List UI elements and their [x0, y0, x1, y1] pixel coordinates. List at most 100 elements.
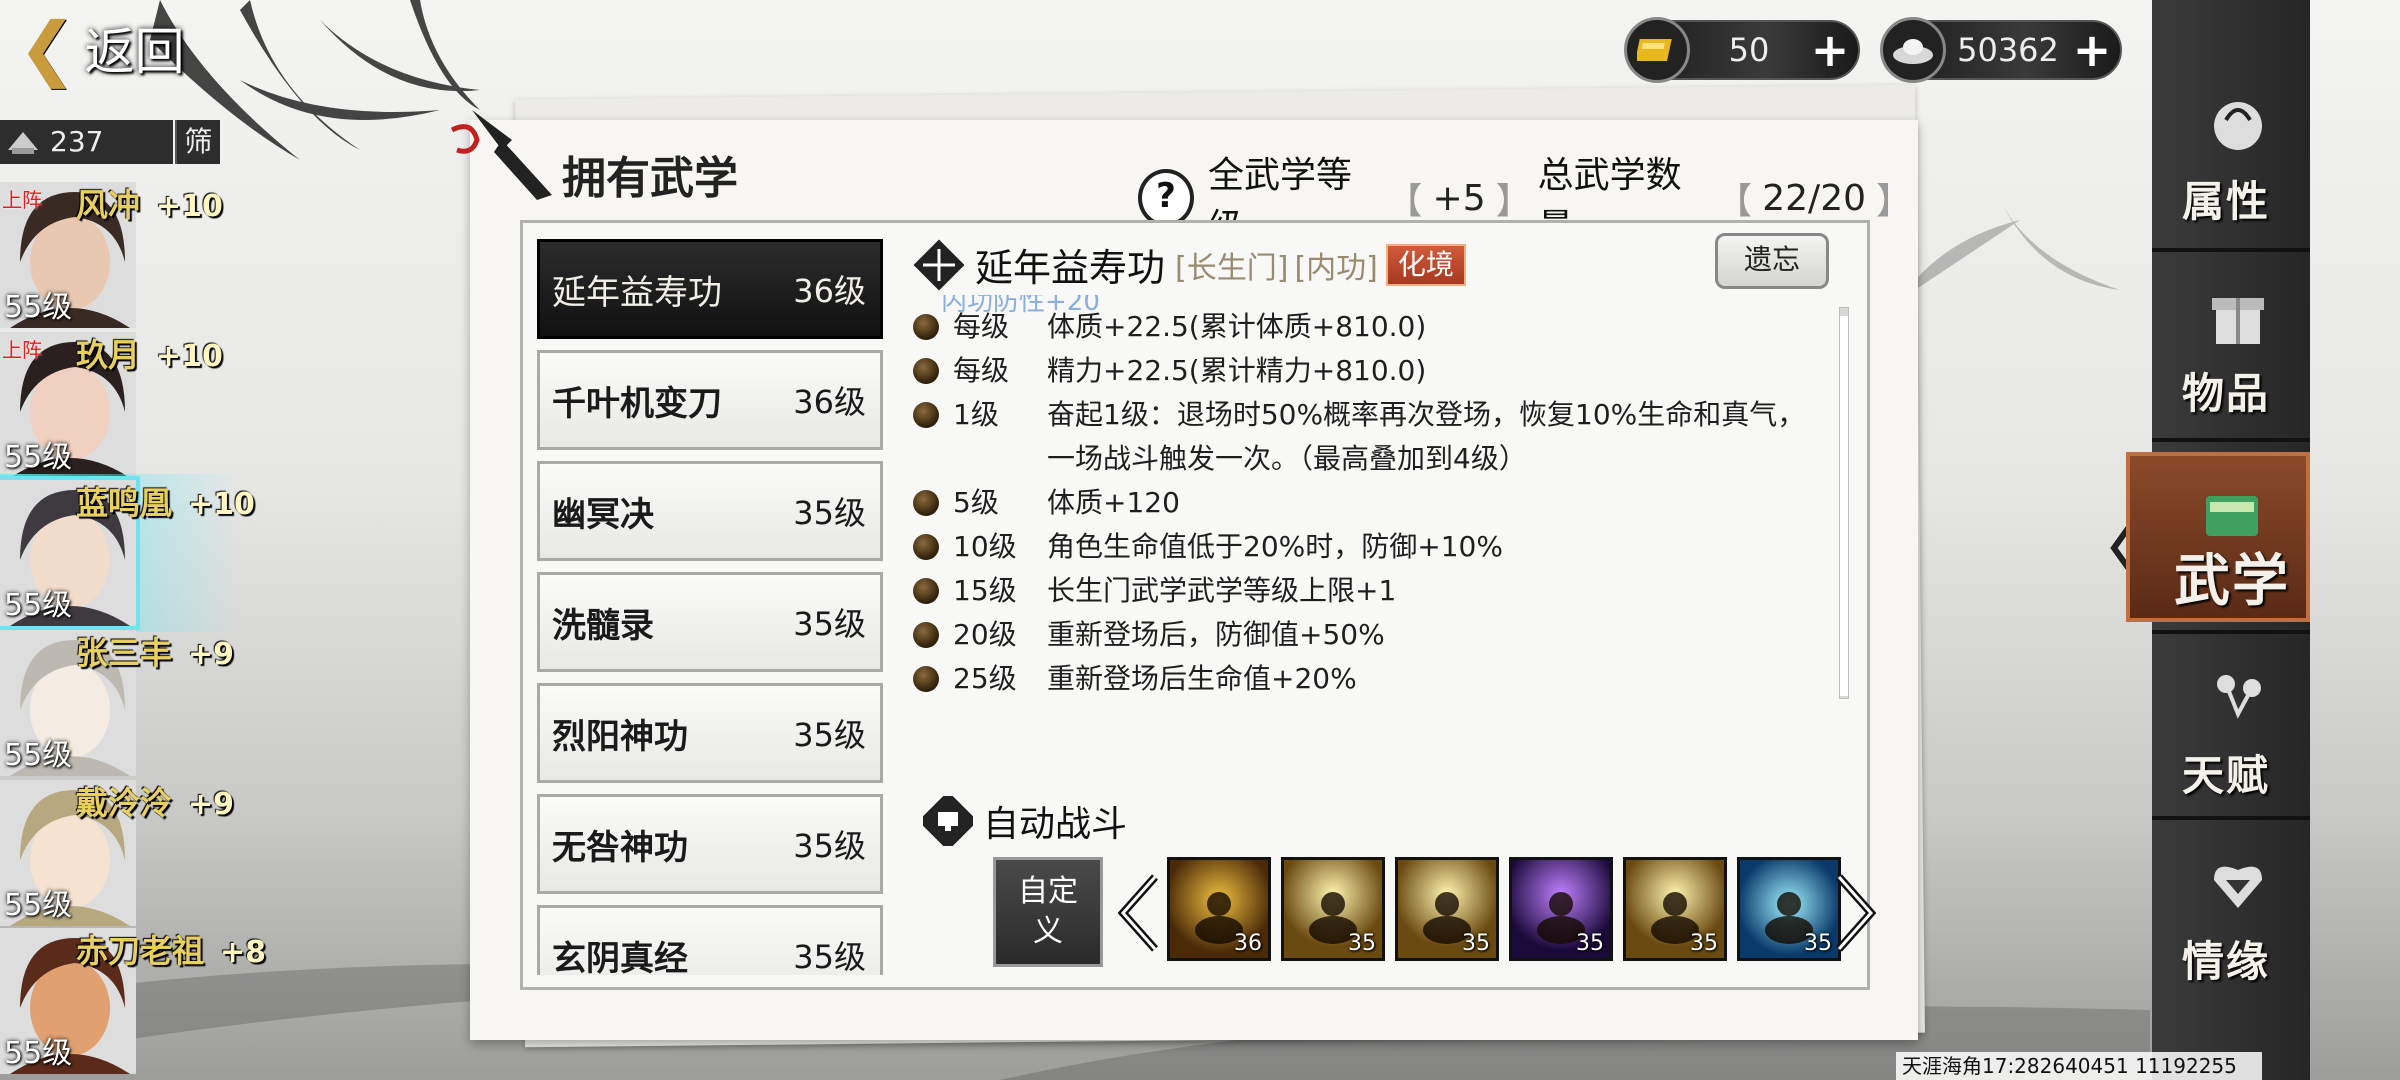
hero-name-text: 戴泠泠	[76, 784, 173, 822]
skill-name: 延年益寿功	[552, 272, 722, 313]
help-icon[interactable]: ?	[1138, 169, 1194, 227]
effect-text: 体质+120	[1047, 486, 1180, 519]
gold-ingot-icon	[1624, 17, 1690, 83]
skill-list-item[interactable]: 幽冥决 35级	[537, 461, 883, 561]
effect-level: 每级	[953, 310, 1010, 343]
add-silver-button[interactable]: +	[2070, 27, 2114, 73]
effect-level: 5级	[953, 486, 999, 519]
hero-name-text: 玖月	[76, 336, 141, 374]
skill-list-item[interactable]: 洗髓录 35级	[537, 572, 883, 672]
bullet-icon	[913, 666, 939, 692]
hero-bonus: +10	[156, 339, 223, 374]
filter-button[interactable]: 筛	[174, 120, 220, 164]
hat-icon	[8, 132, 38, 154]
nav-separator	[2152, 248, 2310, 252]
skill-list-item[interactable]: 玄阴真经 35级	[537, 905, 883, 975]
skill-list-item[interactable]: 延年益寿功 36级	[537, 239, 883, 339]
hero-bonus: +9	[188, 787, 235, 822]
monitor-icon	[923, 796, 973, 846]
nav-tab[interactable]: 物品	[2152, 262, 2310, 432]
hero-card[interactable]: 赤刀老祖 +8 55级	[0, 928, 266, 1074]
effect-level: 20级	[953, 618, 1017, 651]
bracket-close-2: 】	[1876, 181, 1913, 222]
auto-battle-title: 自动战斗	[983, 804, 1128, 845]
skill-list-item[interactable]: 千叶机变刀 36级	[537, 350, 883, 450]
hero-card[interactable]: 蓝鸣凰 +10 55级	[0, 474, 255, 632]
nav-label: 属性	[2182, 177, 2271, 226]
bullet-icon	[913, 622, 939, 648]
detail-type: [内功]	[1294, 250, 1378, 286]
skill-level: 35级	[793, 827, 866, 865]
bullet-icon	[913, 402, 939, 428]
effect-level: 25级	[953, 662, 1017, 695]
effect-text: 体质+22.5(累计体质+810.0)	[1047, 310, 1427, 343]
gift-box-icon	[2212, 298, 2264, 344]
nav-tab[interactable]: 武学	[2126, 452, 2310, 622]
auto-skill-slot[interactable]: 35	[1395, 857, 1499, 961]
slot-level: 36	[1234, 931, 1262, 956]
silver-ingot-icon	[1880, 17, 1946, 83]
hero-card[interactable]: 张三丰 +9 55级	[0, 630, 234, 776]
nav-tab[interactable]: 情缘	[2152, 830, 2310, 1000]
bracket-close: 】	[1495, 181, 1532, 222]
total-value: 22/20	[1762, 177, 1866, 219]
nav-separator	[2152, 630, 2310, 634]
bracket-open: 【	[1386, 181, 1423, 222]
hero-card[interactable]: 上阵 玖月 +10 55级	[0, 332, 223, 478]
auto-skill-slot[interactable]: 35	[1509, 857, 1613, 961]
effect-text: 奋起1级：退场时50%概率再次登场，恢复10%生命和真气，一场战斗触发一次。（最…	[1047, 398, 1806, 475]
auto-skill-slot[interactable]: 36	[1167, 857, 1271, 961]
auto-skill-slot[interactable]: 35	[1623, 857, 1727, 961]
hero-name: 赤刀老祖 +8	[76, 926, 266, 972]
skill-list-item[interactable]: 烈阳神功 35级	[537, 683, 883, 783]
attribute-icon	[2214, 102, 2262, 150]
deploy-badge: 上阵	[2, 338, 42, 362]
heart-knot-icon	[2214, 866, 2262, 908]
right-nav: 属性 物品 武学 天赋 情缘	[2126, 0, 2310, 1080]
skill-name: 千叶机变刀	[552, 383, 722, 424]
hero-level: 55级	[4, 1036, 73, 1071]
skill-level: 35级	[793, 938, 866, 975]
effect-level: 15级	[953, 574, 1017, 607]
prev-arrow-icon[interactable]	[1115, 873, 1161, 953]
effect-text: 角色生命值低于20%时，防御+10%	[1047, 530, 1503, 563]
hero-level: 55级	[4, 440, 73, 475]
skill-name: 幽冥决	[552, 494, 654, 535]
nav-tab[interactable]: 天赋	[2152, 644, 2310, 814]
auto-skill-slot[interactable]: 35	[1281, 857, 1385, 961]
auto-skill-slot[interactable]: 35	[1737, 857, 1841, 961]
hero-name-text: 蓝鸣凰	[76, 484, 173, 522]
nav-separator	[2152, 438, 2310, 442]
hero-card[interactable]: 戴泠泠 +9 55级	[0, 780, 234, 926]
nav-separator	[2152, 816, 2310, 820]
effect-text: 精力+22.5(累计精力+810.0)	[1047, 354, 1427, 387]
skill-list[interactable]: 延年益寿功 36级 千叶机变刀 36级 幽冥决 35级 洗髓录 35级 烈阳神功 35级…	[537, 239, 883, 975]
skill-level: 36级	[793, 383, 866, 421]
hero-name-text: 赤刀老祖	[76, 932, 205, 970]
back-button[interactable]: ❮ 返回	[18, 6, 218, 90]
custom-button[interactable]: 自定义	[993, 857, 1103, 967]
deploy-badge: 上阵	[2, 188, 42, 212]
bullet-icon	[913, 490, 939, 516]
effects-scroll-thumb[interactable]	[1840, 316, 1848, 696]
next-arrow-icon[interactable]	[1833, 873, 1879, 953]
silver-currency: 50362 +	[1880, 17, 2122, 83]
skill-level: 35级	[793, 605, 866, 643]
forget-button[interactable]: 遗忘	[1715, 233, 1829, 289]
effects-scrollbar[interactable]	[1839, 307, 1849, 699]
effect-row: 10级 角色生命值低于20%时，防御+10%	[907, 525, 1807, 569]
skill-level: 36级	[793, 272, 866, 310]
add-gold-button[interactable]: +	[1808, 27, 1852, 73]
slot-level: 35	[1690, 931, 1718, 956]
bullet-icon	[913, 314, 939, 340]
nav-label: 天赋	[2182, 751, 2271, 800]
effects-list[interactable]: 内功防性+20 每级 体质+22.5(累计体质+810.0) 每级 精力+22.…	[907, 295, 1827, 695]
effect-text: 长生门武学武学等级上限+1	[1047, 574, 1397, 607]
hero-name: 蓝鸣凰 +10	[76, 478, 255, 524]
effect-text: 重新登场后，防御值+50%	[1047, 618, 1385, 651]
skill-list-item[interactable]: 无咎神功 35级	[537, 794, 883, 894]
detail-skill-name: 延年益寿功	[975, 246, 1166, 290]
detail-sect: [长生门]	[1175, 250, 1289, 286]
hero-card[interactable]: 上阵 风冲 +10 55级	[0, 182, 223, 328]
nav-tab[interactable]: 属性	[2152, 70, 2310, 240]
